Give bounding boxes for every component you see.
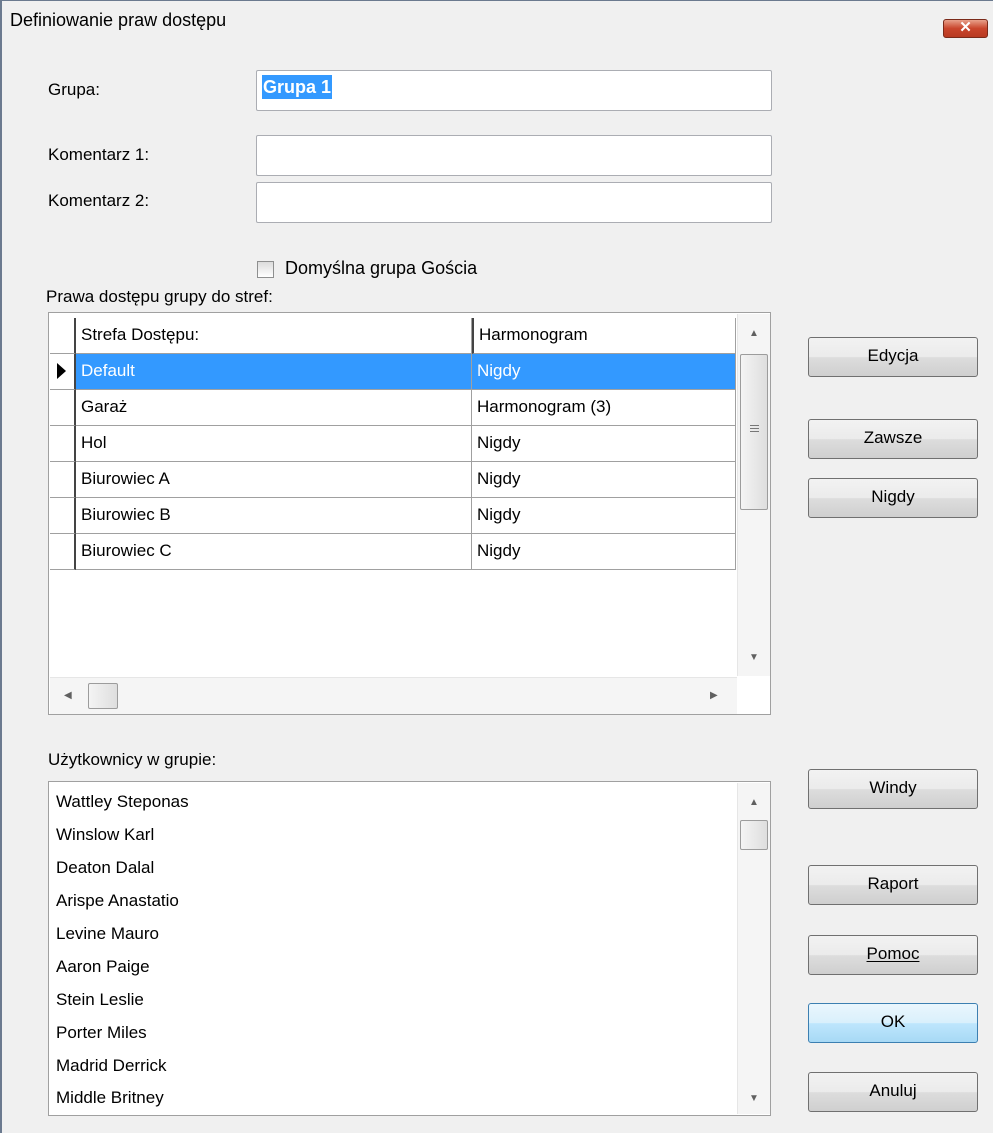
list-item[interactable]: Stein Leslie xyxy=(56,990,144,1010)
users-vertical-scroll-thumb[interactable] xyxy=(740,820,768,850)
group-label: Grupa: xyxy=(48,80,100,99)
comment1-input[interactable] xyxy=(256,135,772,176)
access-rights-grid[interactable]: Strefa Dostępu: Harmonogram Default Nigd… xyxy=(48,312,771,715)
close-icon: ✕ xyxy=(959,19,972,36)
row-header[interactable] xyxy=(50,390,76,426)
help-button[interactable]: Pomoc xyxy=(808,935,978,975)
grid-cell-schedule[interactable]: Nigdy xyxy=(472,462,736,498)
row-header[interactable] xyxy=(50,462,76,498)
access-grid-label: Prawa dostępu grupy do stref: xyxy=(46,287,273,306)
always-button[interactable]: Zawsze xyxy=(808,419,978,459)
scroll-up-arrow-icon[interactable]: ▲ xyxy=(749,797,759,808)
users-vertical-scrollbar[interactable]: ▲ ▼ xyxy=(737,783,770,1114)
column-header-zone[interactable]: Strefa Dostępu: xyxy=(76,318,472,354)
never-button[interactable]: Nigdy xyxy=(808,478,978,518)
list-item[interactable]: Winslow Karl xyxy=(56,825,154,845)
grid-cell-zone[interactable]: Garaż xyxy=(76,390,472,426)
row-header[interactable] xyxy=(50,498,76,534)
scroll-down-arrow-icon[interactable]: ▼ xyxy=(749,1093,759,1104)
list-item[interactable]: Porter Miles xyxy=(56,1023,147,1043)
comment2-label: Komentarz 2: xyxy=(48,191,150,210)
column-header-schedule[interactable]: Harmonogram xyxy=(472,318,736,354)
list-item[interactable]: Wattley Steponas xyxy=(56,792,189,812)
scroll-right-arrow-icon[interactable]: ▶ xyxy=(710,690,718,701)
grid-cell-zone[interactable]: Biurowiec A xyxy=(76,462,472,498)
report-button[interactable]: Raport xyxy=(808,865,978,905)
close-button[interactable]: ✕ xyxy=(943,19,988,38)
grid-cell-zone[interactable]: Default xyxy=(76,354,472,390)
grid-horizontal-scrollbar[interactable]: ◀ ▶ xyxy=(50,677,737,714)
grid-cell-zone[interactable]: Biurowiec C xyxy=(76,534,472,570)
guest-group-label[interactable]: Domyślna grupa Gościa xyxy=(285,258,477,279)
grid-vertical-scrollbar[interactable]: ▲ ▼ xyxy=(737,314,770,676)
ok-button[interactable]: OK xyxy=(808,1003,978,1043)
list-item[interactable]: Levine Mauro xyxy=(56,924,159,944)
comment1-label: Komentarz 1: xyxy=(48,145,150,164)
row-header[interactable] xyxy=(50,354,76,390)
grip-icon xyxy=(750,425,759,426)
list-item[interactable]: Deaton Dalal xyxy=(56,858,154,878)
list-item[interactable]: Madrid Derrick xyxy=(56,1056,167,1076)
cancel-button[interactable]: Anuluj xyxy=(808,1072,978,1112)
grid-cell-zone[interactable]: Biurowiec B xyxy=(76,498,472,534)
grid-cell-schedule[interactable]: Nigdy xyxy=(472,498,736,534)
users-list[interactable]: Wattley Steponas Winslow Karl Deaton Dal… xyxy=(48,781,771,1116)
grid-cell-schedule[interactable]: Nigdy xyxy=(472,534,736,570)
elevators-button[interactable]: Windy xyxy=(808,769,978,809)
dialog-window: Definiowanie praw dostępu ✕ Grupa: Grupa… xyxy=(0,0,993,1133)
list-item[interactable]: Arispe Anastatio xyxy=(56,891,179,911)
grid-cell-schedule[interactable]: Harmonogram (3) xyxy=(472,390,736,426)
row-pointer-icon xyxy=(57,363,66,379)
scroll-left-arrow-icon[interactable]: ◀ xyxy=(64,690,72,701)
comment2-input[interactable] xyxy=(256,182,772,223)
scroll-down-arrow-icon[interactable]: ▼ xyxy=(749,652,759,663)
list-item[interactable]: Middle Britney xyxy=(56,1088,164,1108)
row-header[interactable] xyxy=(50,534,76,570)
grid-horizontal-scroll-thumb[interactable] xyxy=(88,683,118,709)
window-title: Definiowanie praw dostępu xyxy=(10,10,227,30)
grid-cell-zone[interactable]: Hol xyxy=(76,426,472,462)
guest-group-checkbox[interactable] xyxy=(257,261,274,278)
users-list-label: Użytkownicy w grupie: xyxy=(48,750,217,769)
list-item[interactable]: Aaron Paige xyxy=(56,957,150,977)
group-name-input[interactable]: Grupa 1 xyxy=(256,70,772,111)
grid-cell-schedule[interactable]: Nigdy xyxy=(472,426,736,462)
scroll-up-arrow-icon[interactable]: ▲ xyxy=(749,328,759,339)
row-header[interactable] xyxy=(50,426,76,462)
grid-corner-header xyxy=(50,318,76,354)
grid-cell-schedule[interactable]: Nigdy xyxy=(472,354,736,390)
help-button-label: Pomoc xyxy=(866,944,920,963)
edit-button[interactable]: Edycja xyxy=(808,337,978,377)
group-name-value: Grupa 1 xyxy=(262,75,333,99)
grid-vertical-scroll-thumb[interactable] xyxy=(740,354,768,510)
title-bar[interactable]: Definiowanie praw dostępu xyxy=(2,1,993,39)
